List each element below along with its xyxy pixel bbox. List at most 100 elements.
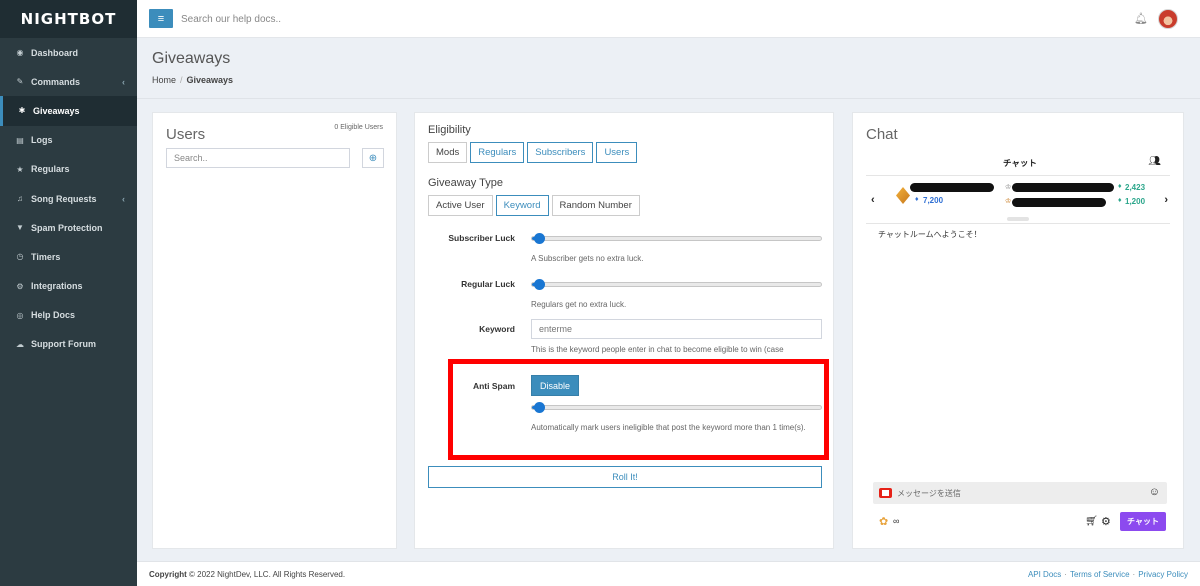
chat-users-icon[interactable]: 👥︎	[1148, 156, 1161, 167]
header-divider	[137, 98, 1200, 99]
regular-luck-slider[interactable]	[531, 279, 822, 290]
chat-message-input[interactable]: メッセージを送信 ☺	[873, 482, 1167, 504]
privacy-policy-link[interactable]: Privacy Policy	[1138, 570, 1188, 579]
ranking-row: ‹ ♦ 7,200 ♔ ♦ 2,423 ♔ ♦ 1,200 ›	[866, 183, 1170, 219]
eligibility-regulars-button[interactable]: Regulars	[470, 142, 525, 163]
gear-icon[interactable]: ⚙	[1101, 515, 1111, 528]
sidebar-item-song-requests[interactable]: ♫ Song Requests ‹	[0, 184, 137, 213]
regular-luck-slider-thumb[interactable]	[534, 279, 545, 290]
sidebar-item-regulars[interactable]: ★ Regulars	[0, 155, 137, 184]
chevron-right-icon[interactable]: ›	[1164, 194, 1168, 206]
bell-icon[interactable]: 🔔︎	[1134, 12, 1148, 25]
top-bar: ≡ 🔔︎	[137, 0, 1200, 38]
footer-links: API Docs · Terms of Service · Privacy Policy	[1028, 570, 1188, 579]
giveaway-settings-panel: Eligibility Mods Regulars Subscribers Users…	[414, 112, 834, 549]
chat-divider	[866, 175, 1170, 176]
help-docs-search-input[interactable]	[181, 9, 581, 29]
sidebar-item-timers[interactable]: ◷ Timers	[0, 242, 137, 271]
sidebar-item-dashboard[interactable]: ◉ Dashboard	[0, 38, 137, 67]
breadcrumb-separator: /	[180, 75, 183, 85]
sidebar-item-label: Dashboard	[31, 47, 79, 58]
emoji-icon[interactable]: ☺	[1149, 486, 1160, 498]
chat-welcome-message: チャットルームへようこそ！	[878, 230, 982, 239]
logs-icon: ▤	[16, 135, 24, 145]
sidebar-item-integrations[interactable]: ⚙ Integrations	[0, 272, 137, 301]
channel-points-icon[interactable]: ✿	[879, 515, 888, 528]
breadcrumb: Home / Giveaways	[152, 75, 233, 85]
subscriber-luck-slider[interactable]	[531, 233, 822, 244]
user-rank-icon: ♔	[1005, 198, 1012, 205]
rank-badge-icon	[896, 187, 910, 204]
anti-spam-disable-button[interactable]: Disable	[531, 375, 580, 396]
type-random-number-button[interactable]: Random Number	[551, 195, 640, 216]
camera-icon[interactable]	[879, 488, 892, 498]
gift-icon: ✱	[18, 106, 26, 116]
eligibility-button-group: Mods Regulars Subscribers Users	[428, 142, 638, 163]
chat-message-placeholder: メッセージを送信	[897, 489, 961, 498]
points-gem-icon: ♦	[1118, 183, 1122, 190]
sidebar-item-logs[interactable]: ▤ Logs	[0, 126, 137, 155]
right-points-2: 1,200	[1125, 197, 1146, 206]
sidebar-item-spam-protection[interactable]: ▼ Spam Protection	[0, 213, 137, 242]
channel-points-value: ∞	[893, 516, 900, 526]
sidebar-item-label: Song Requests	[31, 193, 97, 204]
chat-send-button[interactable]: チャット	[1120, 512, 1166, 531]
chevron-left-icon[interactable]: ‹	[871, 194, 875, 206]
ranking-scrollbar[interactable]	[1007, 217, 1029, 221]
chat-panel: Chat チャット 👥︎ ‹ ♦ 7,200 ♔ ♦ 2,423 ♔ ♦ 1,2…	[852, 112, 1184, 549]
sidebar-item-support-forum[interactable]: ☁ Support Forum	[0, 330, 137, 359]
menu-toggle-button[interactable]: ≡	[149, 9, 173, 28]
eligibility-subscribers-button[interactable]: Subscribers	[527, 142, 594, 163]
eligibility-mods-button[interactable]: Mods	[428, 142, 468, 163]
globe-icon: ◎	[16, 310, 24, 320]
footer-separator: ·	[1064, 570, 1067, 579]
star-icon: ★	[16, 164, 24, 174]
breadcrumb-current: Giveaways	[186, 75, 234, 85]
anti-spam-slider-thumb[interactable]	[534, 402, 545, 413]
keyword-input[interactable]	[531, 319, 822, 339]
breadcrumb-home-link[interactable]: Home	[152, 75, 176, 85]
api-docs-link[interactable]: API Docs	[1028, 570, 1061, 579]
users-title: Users	[166, 126, 206, 143]
clock-icon: ◷	[16, 252, 24, 262]
sidebar-item-commands[interactable]: ✎ Commands ‹	[0, 67, 137, 96]
sidebar-item-label: Support Forum	[31, 339, 96, 350]
type-active-user-button[interactable]: Active User	[428, 195, 493, 216]
plus-circle-icon: ⊕	[368, 152, 378, 164]
sidebar-item-help-docs[interactable]: ◎ Help Docs	[0, 301, 137, 330]
copyright-text: © 2022 NightDev, LLC. All Rights Reserve…	[189, 570, 346, 579]
redacted-username	[1012, 183, 1114, 192]
keyword-label: Keyword	[479, 324, 515, 334]
users-add-button[interactable]: ⊕	[362, 148, 384, 168]
eligible-users-count: 0 Eligible Users	[334, 124, 383, 131]
regular-luck-help: Regulars get no extra luck.	[531, 300, 627, 309]
sidebar-item-label: Logs	[31, 135, 53, 146]
eligibility-users-button[interactable]: Users	[596, 142, 638, 163]
hamburger-icon: ≡	[157, 12, 165, 25]
users-search-input[interactable]	[166, 148, 350, 168]
type-keyword-button[interactable]: Keyword	[495, 195, 549, 216]
sidebar-item-label: Help Docs	[31, 310, 76, 321]
points-gem-icon: ♦	[915, 196, 919, 203]
page-title: Giveaways	[152, 50, 231, 67]
filter-icon: ▼	[16, 223, 24, 233]
anti-spam-slider[interactable]	[531, 402, 822, 413]
copyright-label: Copyright	[149, 570, 187, 579]
points-gem-icon: ♦	[1118, 197, 1122, 204]
user-avatar[interactable]	[1158, 9, 1178, 29]
footer: Copyright © 2022 NightDev, LLC. All Righ…	[137, 561, 1200, 586]
subscriber-luck-slider-thumb[interactable]	[534, 233, 545, 244]
roll-it-button[interactable]: Roll It!	[428, 466, 822, 488]
dashboard-icon: ◉	[16, 48, 24, 58]
giveaway-type-button-group: Active User Keyword Random Number	[428, 195, 640, 216]
nightbot-logo[interactable]: NIGHTBOT	[0, 0, 137, 38]
terms-of-service-link[interactable]: Terms of Service	[1070, 570, 1130, 579]
music-icon: ♫	[17, 194, 23, 204]
chat-title: Chat	[866, 126, 898, 143]
sidebar-item-label: Commands	[31, 76, 81, 87]
forum-icon: ☁	[16, 339, 24, 349]
keyword-help: This is the keyword people enter in chat…	[531, 345, 784, 354]
sidebar-item-giveaways[interactable]: ✱ Giveaways	[0, 96, 137, 126]
cart-icon[interactable]: 🛒︎	[1085, 516, 1098, 527]
chat-header-label: チャット	[1003, 158, 1037, 168]
